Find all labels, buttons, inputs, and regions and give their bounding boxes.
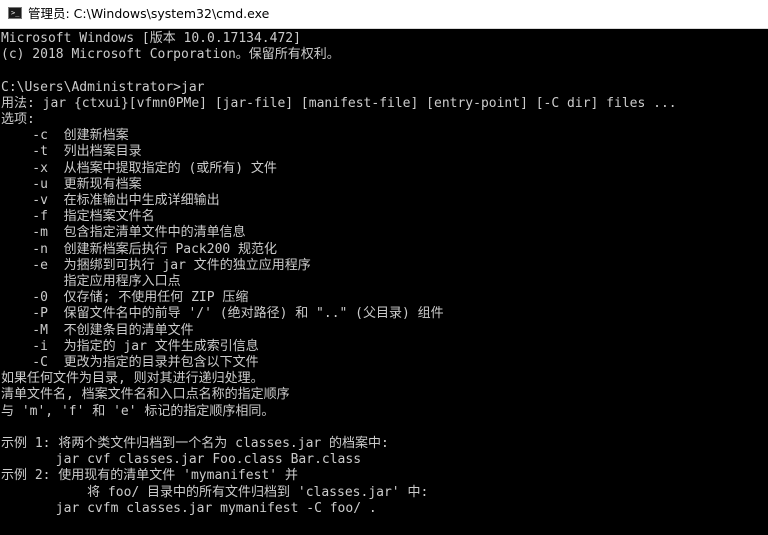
console-line: -x 从档案中提取指定的 (或所有) 文件 [1, 160, 277, 176]
console-line: -e 为捆绑到可执行 jar 文件的独立应用程序 [1, 257, 311, 273]
console-line: -P 保留文件名中的前导 '/' (绝对路径) 和 ".." (父目录) 组件 [1, 306, 444, 322]
console-line: 将 foo/ 目录中的所有文件归档到 'classes.jar' 中: [1, 484, 429, 500]
console-line: C:\Users\Administrator>jar [1, 79, 205, 95]
console-line: -i 为指定的 jar 文件生成索引信息 [1, 338, 259, 354]
console-line: -C 更改为指定的目录并包含以下文件 [1, 355, 259, 370]
console-line: -u 更新现有档案 [1, 176, 142, 192]
console-line: jar cvf classes.jar Foo.class Bar.class [1, 452, 362, 468]
console-line: -n 创建新档案后执行 Pack200 规范化 [1, 241, 278, 257]
prompt-glyph-icon: >_ [11, 9, 20, 17]
console-line: 用法: jar {ctxui}[vfmn0PMe] [jar-file] [ma… [1, 95, 677, 111]
console-line: 示例 2: 使用现有的清单文件 'mymanifest' 并 [1, 468, 298, 484]
console-line: 指定应用程序入口点 [1, 274, 181, 289]
console-line: -c 创建新档案 [1, 128, 129, 144]
console-line: (c) 2018 Microsoft Corporation。保留所有权利。 [1, 47, 340, 63]
console-line: 示例 1: 将两个类文件归档到一个名为 classes.jar 的档案中: [1, 436, 389, 451]
console-line: -v 在标准输出中生成详细输出 [1, 193, 220, 208]
console-line: 如果任何文件为目录, 则对其进行递归处理。 [1, 371, 264, 387]
console-line: jar cvfm classes.jar mymanifest -C foo/ … [1, 500, 377, 516]
cmd-window: >_ 管理员: C:\Windows\system32\cmd.exe Micr… [0, 0, 768, 535]
console-line: 清单文件名, 档案文件名和入口点名称的指定顺序 [1, 387, 290, 403]
console-line: -t 列出档案目录 [1, 144, 142, 160]
window-title: 管理员: C:\Windows\system32\cmd.exe [28, 6, 270, 21]
console-line: -0 仅存储; 不使用任何 ZIP 压缩 [1, 290, 249, 306]
console-line: -M 不创建条目的清单文件 [1, 322, 194, 338]
console-output[interactable]: Microsoft Windows [版本 10.0.17134.472] (c)… [0, 29, 768, 535]
console-line: -f 指定档案文件名 [1, 209, 155, 225]
title-bar[interactable]: >_ 管理员: C:\Windows\system32\cmd.exe [0, 0, 768, 29]
console-line: 选项: [1, 112, 35, 127]
cmd-prompt-icon[interactable]: >_ [8, 7, 22, 19]
console-line: -m 包含指定清单文件中的清单信息 [1, 225, 246, 241]
console-line: Microsoft Windows [版本 10.0.17134.472] [1, 31, 301, 46]
console-line: 与 'm', 'f' 和 'e' 标记的指定顺序相同。 [1, 403, 275, 419]
